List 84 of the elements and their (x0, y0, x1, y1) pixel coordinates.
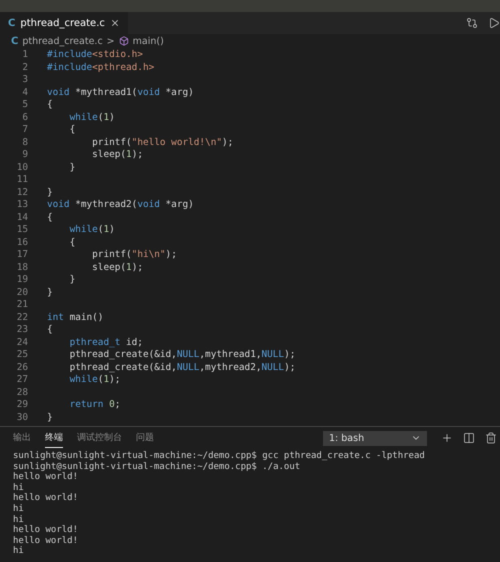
line-number: 10 (16, 162, 28, 174)
code-line: int main() (47, 312, 104, 324)
terminal-line: hello world! (13, 493, 80, 504)
line-number: 18 (16, 262, 28, 274)
line-number: 23 (16, 324, 28, 336)
terminal-line: hi (13, 482, 25, 493)
line-number: 15 (16, 224, 28, 236)
line-number: 28 (16, 386, 28, 399)
terminal-line: sunlight@sunlight-virtual-machine:~/demo.cpp$ ./a.out (13, 462, 302, 472)
terminal-line: sunlight@sunlight-virtual-machine:~/demo.cpp$ gcc pthread_create.c -lpthread (13, 451, 426, 462)
line-number: 6 (21, 112, 28, 124)
editor-tab[interactable]: C pthread_create.c (0, 12, 128, 34)
c-file-icon: C (8, 18, 16, 28)
breadcrumb-separator: > (106, 36, 115, 46)
line-number: 9 (21, 149, 28, 162)
line-number: 7 (21, 124, 28, 136)
plus-icon[interactable] (441, 432, 453, 444)
terminal-line: hello world! (13, 536, 80, 546)
panel-tab[interactable]: 输出 (13, 428, 31, 448)
line-number: 17 (16, 249, 28, 262)
line-number: 8 (21, 136, 28, 149)
panel-tab[interactable]: 终端 (45, 428, 63, 448)
line-number: 14 (16, 212, 28, 224)
line-number: 24 (16, 336, 28, 349)
code-line: #include<pthread.h> (47, 62, 154, 74)
code-line: pthread_t id; (68, 336, 143, 349)
code-line: { (47, 324, 53, 336)
code-line: pthread_create(&id,NULL,mythread1,NULL); (68, 349, 296, 362)
code-line: } (68, 162, 76, 174)
code-line: while(1) (68, 224, 115, 236)
terminal-line: hello world! (13, 472, 80, 483)
code-line: } (68, 274, 76, 286)
close-icon[interactable] (110, 18, 120, 28)
trash-icon[interactable] (485, 432, 497, 444)
line-number: 5 (21, 99, 28, 112)
code-line: { (47, 212, 53, 224)
line-number: 13 (16, 199, 28, 212)
code-line: return 0; (68, 399, 120, 412)
line-number: 22 (16, 312, 28, 324)
line-number: 1 (21, 49, 28, 62)
terminal-line: hello world! (13, 525, 80, 536)
line-number: 12 (16, 186, 28, 199)
line-number: 11 (16, 174, 28, 186)
code-line: #include<stdio.h> (47, 49, 143, 62)
line-number: 3 (21, 74, 28, 86)
code-line: printf("hi\n"); (91, 249, 177, 262)
code-line: } (47, 186, 53, 199)
breadcrumb-item[interactable]: pthread_create.c (22, 36, 103, 46)
code-line: pthread_create(&id,NULL,mythread2,NULL); (68, 362, 296, 374)
code-line: sleep(1); (91, 262, 143, 274)
line-number: 16 (16, 236, 28, 249)
play-icon[interactable] (488, 17, 500, 29)
code-line: while(1); (68, 374, 120, 386)
panel-tab[interactable]: 问题 (136, 428, 154, 448)
split-icon[interactable] (463, 432, 475, 444)
code-line: void *mythread1(void *arg) (47, 86, 194, 99)
cube-icon (118, 36, 129, 46)
code-line: } (47, 286, 53, 299)
code-line: { (47, 99, 53, 112)
terminal-line: hi (13, 504, 25, 515)
code-line: void *mythread2(void *arg) (47, 199, 194, 212)
code-line: } (47, 412, 53, 424)
terminal-select[interactable]: 1: bash (323, 430, 427, 446)
code-line: { (68, 124, 76, 136)
terminal-line: hi (13, 546, 25, 557)
terminal-line: hi (13, 514, 25, 525)
line-number: 4 (21, 86, 28, 99)
line-number: 21 (16, 299, 28, 312)
panel-tab[interactable]: 调试控制台 (77, 428, 122, 448)
line-number: 20 (16, 286, 28, 299)
line-number: 19 (16, 274, 28, 286)
line-number: 25 (16, 349, 28, 362)
line-number: 29 (16, 399, 28, 412)
breadcrumb-item[interactable]: main() (132, 36, 164, 46)
code-line: while(1) (68, 112, 115, 124)
line-number: 2 (21, 62, 28, 74)
c-file-icon: C (11, 36, 18, 46)
line-number: 27 (16, 374, 28, 386)
line-number: 26 (16, 362, 28, 374)
code-line: printf("hello world!\n"); (91, 136, 234, 149)
code-line: sleep(1); (91, 149, 143, 162)
code-line: { (68, 236, 76, 249)
compare-icon[interactable] (466, 17, 478, 29)
line-number: 30 (16, 412, 28, 424)
